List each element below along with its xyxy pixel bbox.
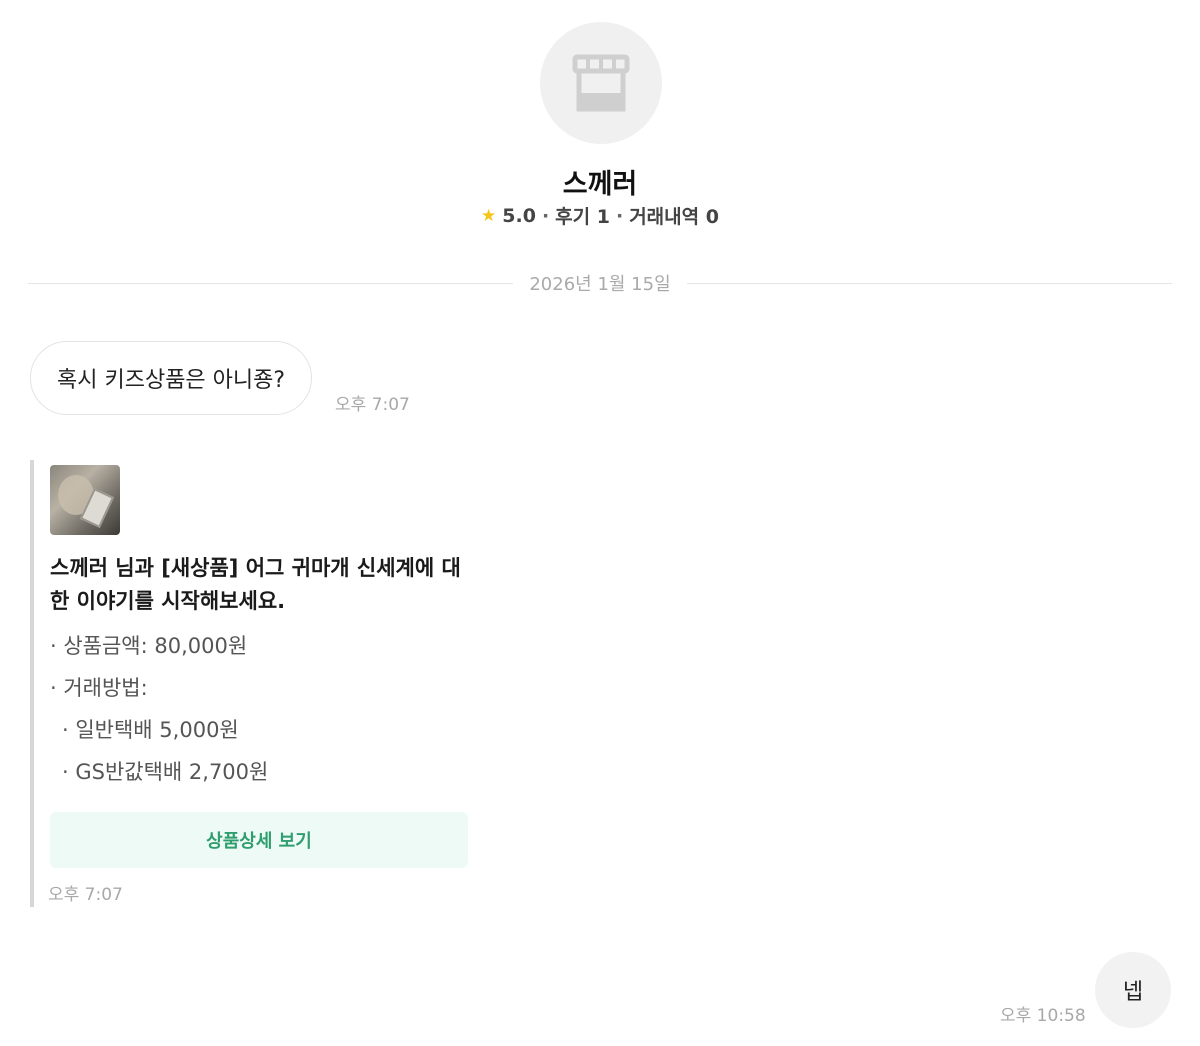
date-label: 2026년 1월 15일 — [529, 274, 671, 295]
trade-count[interactable]: 거래내역 0 — [629, 202, 719, 229]
trade-method-item: · 일반택배 5,000원 — [62, 718, 239, 742]
seller-stats: ★ 5.0 · 후기 1 · 거래내역 0 — [0, 202, 1200, 229]
product-thumbnail[interactable] — [50, 465, 120, 535]
dot-separator: · — [541, 204, 550, 227]
seller-avatar[interactable] — [540, 22, 662, 144]
dot-separator: · — [615, 204, 624, 227]
product-card: 스께러 님과 [새상품] 어그 귀마개 신세계에 대한 이야기를 시작해보세요.… — [30, 460, 470, 907]
chat-screen: 스께러 ★ 5.0 · 후기 1 · 거래내역 0 2026년 1월 15일 혹… — [0, 0, 1200, 1046]
star-icon: ★ — [481, 205, 497, 226]
product-detail-button[interactable]: 상품상세 보기 — [50, 812, 468, 868]
trade-method-item: · GS반값택배 2,700원 — [62, 760, 269, 784]
store-icon — [572, 54, 630, 112]
message-time: 오후 7:07 — [48, 885, 123, 905]
rating-value: 5.0 — [502, 204, 536, 227]
product-card-title: 스께러 님과 [새상품] 어그 귀마개 신세계에 대한 이야기를 시작해보세요. — [50, 556, 461, 613]
seller-name[interactable]: 스께러 — [0, 162, 1200, 201]
divider-line — [686, 282, 1173, 284]
date-divider: 2026년 1월 15일 — [28, 270, 1173, 296]
message-time: 오후 10:58 — [1000, 1006, 1086, 1026]
review-count[interactable]: 후기 1 — [555, 202, 610, 229]
divider-line — [28, 282, 514, 284]
trade-method-label: · 거래방법: — [50, 676, 148, 700]
outgoing-message-bubble[interactable]: 넵 — [1095, 952, 1171, 1028]
product-price: · 상품금액: 80,000원 — [50, 634, 248, 658]
incoming-message-bubble[interactable]: 혹시 키즈상품은 아니죵? — [30, 341, 313, 415]
message-time: 오후 7:07 — [335, 395, 410, 415]
